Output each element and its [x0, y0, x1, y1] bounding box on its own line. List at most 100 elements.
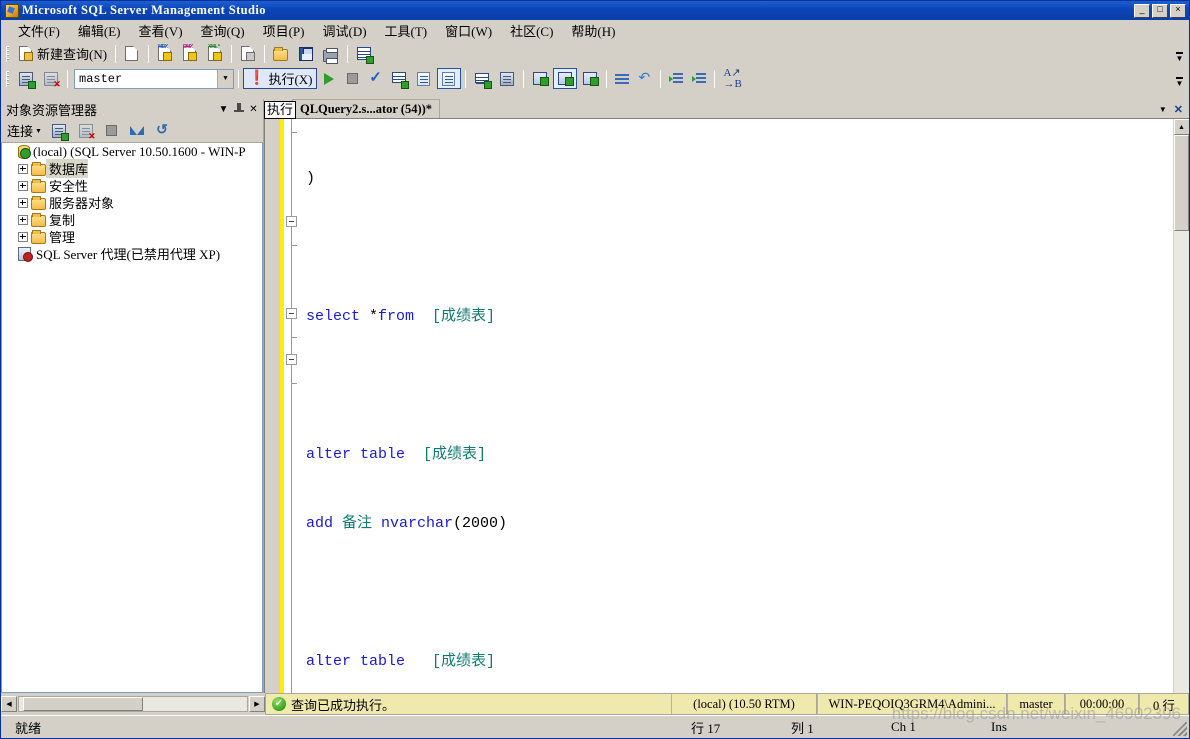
- toolbar-separator: [606, 69, 608, 88]
- new-query-button[interactable]: 新建查询(N): [14, 43, 111, 64]
- menu-debug[interactable]: 调试(D): [313, 19, 375, 42]
- resize-grip[interactable]: [1173, 722, 1187, 736]
- toolbar-overflow-icon[interactable]: ▼: [1174, 69, 1185, 88]
- toolbar-overflow-icon[interactable]: ▼: [1174, 44, 1185, 63]
- folder-icon: [31, 178, 46, 193]
- menu-view[interactable]: 查看(V): [130, 19, 192, 42]
- scroll-track[interactable]: [1173, 231, 1189, 738]
- execute-button[interactable]: ❗ 执行(X): [243, 68, 318, 89]
- results-to-file-button[interactable]: [578, 68, 602, 89]
- menu-query[interactable]: 查询(Q): [192, 19, 254, 42]
- debug-button[interactable]: [318, 68, 340, 89]
- collapse-box-icon[interactable]: [286, 308, 297, 319]
- oe-disconnect-button[interactable]: ✕: [74, 120, 98, 141]
- save-button[interactable]: [294, 43, 318, 64]
- include-actual-plan-button[interactable]: [470, 68, 494, 89]
- uncomment-lines-button[interactable]: ↶: [634, 68, 656, 89]
- comment-lines-button[interactable]: [611, 68, 633, 89]
- menu-help[interactable]: 帮助(H): [562, 19, 624, 42]
- maximize-icon: □: [1157, 4, 1163, 14]
- activity-monitor-button[interactable]: [352, 43, 376, 64]
- connect-button[interactable]: [14, 68, 38, 89]
- toolbar-grip[interactable]: [6, 45, 9, 62]
- new-project-button[interactable]: [236, 43, 260, 64]
- scroll-up-button[interactable]: ▲: [1173, 119, 1189, 135]
- pin-icon[interactable]: [231, 102, 246, 117]
- new-db-engine-query-button[interactable]: [120, 43, 144, 64]
- new-mdx-query-button[interactable]: MDX: [153, 43, 177, 64]
- code-content[interactable]: ) select *from [成绩表] alter table [成绩表] a…: [300, 119, 1173, 738]
- decrease-indent-button[interactable]: [665, 68, 687, 89]
- menu-tools[interactable]: 工具(T): [376, 19, 437, 42]
- tree-item-databases[interactable]: 数据库: [2, 159, 262, 178]
- parse-button[interactable]: ✓: [364, 68, 386, 89]
- disconnect-button[interactable]: ✕: [39, 68, 63, 89]
- tree-item-sql-agent[interactable]: SQL Server 代理(已禁用代理 XP): [2, 245, 262, 262]
- chevron-down-icon[interactable]: ▼: [217, 69, 233, 88]
- editor-tab-sqlquery2[interactable]: QLQuery2.s...ator (54))*: [292, 99, 441, 118]
- tree-item-server-objects[interactable]: 服务器对象: [2, 194, 262, 211]
- tree-item-replication[interactable]: 复制: [2, 211, 262, 228]
- menu-bar: 文件(F) 编辑(E) 查看(V) 查询(Q) 项目(P) 调试(D) 工具(T…: [1, 20, 1189, 41]
- actual-plan-icon: [474, 71, 493, 89]
- close-icon[interactable]: ✕: [1174, 103, 1183, 116]
- close-button[interactable]: ×: [1170, 3, 1186, 18]
- oe-stop-button[interactable]: [101, 120, 123, 141]
- sql-editor[interactable]: ) select *from [成绩表] alter table [成绩表] a…: [264, 118, 1189, 738]
- results-to-text2-button[interactable]: [528, 68, 552, 89]
- tree-item-management[interactable]: 管理: [2, 228, 262, 245]
- open-file-button[interactable]: [269, 43, 293, 64]
- collapse-box-icon[interactable]: [286, 216, 297, 227]
- scroll-left-button[interactable]: ◀: [1, 696, 17, 712]
- selection-margin[interactable]: [265, 119, 280, 738]
- toolbar-grip[interactable]: [6, 70, 9, 87]
- menu-file[interactable]: 文件(F): [9, 19, 69, 42]
- minimize-button[interactable]: _: [1134, 3, 1150, 18]
- cancel-query-button[interactable]: [341, 68, 363, 89]
- connect-dropdown-button[interactable]: 连接 ▼: [5, 120, 44, 141]
- object-explorer-tree[interactable]: (local) (SQL Server 10.50.1600 - WIN-P 数…: [1, 143, 263, 693]
- new-xmla-query-button[interactable]: XMLA: [203, 43, 227, 64]
- outlining-margin[interactable]: [284, 119, 300, 738]
- close-icon[interactable]: ✕: [246, 102, 261, 117]
- query-options-button[interactable]: [412, 68, 436, 89]
- menu-edit[interactable]: 编辑(E): [69, 19, 130, 42]
- database-combobox[interactable]: master ▼: [74, 68, 234, 89]
- scroll-thumb[interactable]: [23, 697, 143, 711]
- scroll-track[interactable]: [18, 696, 248, 712]
- expand-icon[interactable]: [18, 214, 28, 225]
- increase-indent-button[interactable]: [688, 68, 710, 89]
- scroll-thumb[interactable]: [1174, 135, 1189, 231]
- include-client-statistics-button[interactable]: [495, 68, 519, 89]
- results-to-text-button[interactable]: [437, 68, 462, 89]
- menu-community[interactable]: 社区(C): [501, 19, 562, 42]
- oe-filter-button[interactable]: [126, 120, 148, 141]
- tree-item-security[interactable]: 安全性: [2, 177, 262, 194]
- elapsed-time-cell: 00:00:00: [1065, 693, 1139, 715]
- new-dmx-query-button[interactable]: DMX: [178, 43, 202, 64]
- new-query-label: 新建查询(N): [37, 47, 108, 62]
- oe-refresh-button[interactable]: ↺: [151, 120, 173, 141]
- print-button[interactable]: [319, 43, 343, 64]
- menu-window[interactable]: 窗口(W): [436, 19, 501, 42]
- tree-item-server[interactable]: (local) (SQL Server 10.50.1600 - WIN-P: [2, 143, 262, 160]
- rows-cell: 0 行: [1139, 693, 1189, 715]
- results-to-grid-button[interactable]: [553, 68, 578, 89]
- chevron-down-icon[interactable]: ▼: [216, 102, 231, 117]
- collapse-box-icon[interactable]: [286, 354, 297, 365]
- expand-icon[interactable]: [18, 231, 28, 242]
- display-estimated-plan-button[interactable]: [387, 68, 411, 89]
- menu-project[interactable]: 项目(P): [254, 19, 314, 42]
- chevron-down-icon[interactable]: ▼: [1159, 105, 1167, 114]
- save-icon: [298, 46, 314, 62]
- expand-icon[interactable]: [18, 163, 28, 174]
- oe-connect-button[interactable]: [47, 120, 71, 141]
- spell-check-button[interactable]: A↗ →B: [719, 67, 745, 89]
- expand-icon[interactable]: [18, 180, 28, 191]
- scroll-right-button[interactable]: ▶: [249, 696, 265, 712]
- maximize-button[interactable]: □: [1152, 3, 1168, 18]
- query-options-icon: [416, 71, 432, 87]
- expand-icon[interactable]: [18, 197, 28, 208]
- editor-vertical-scrollbar[interactable]: ▲ ▼: [1173, 119, 1189, 738]
